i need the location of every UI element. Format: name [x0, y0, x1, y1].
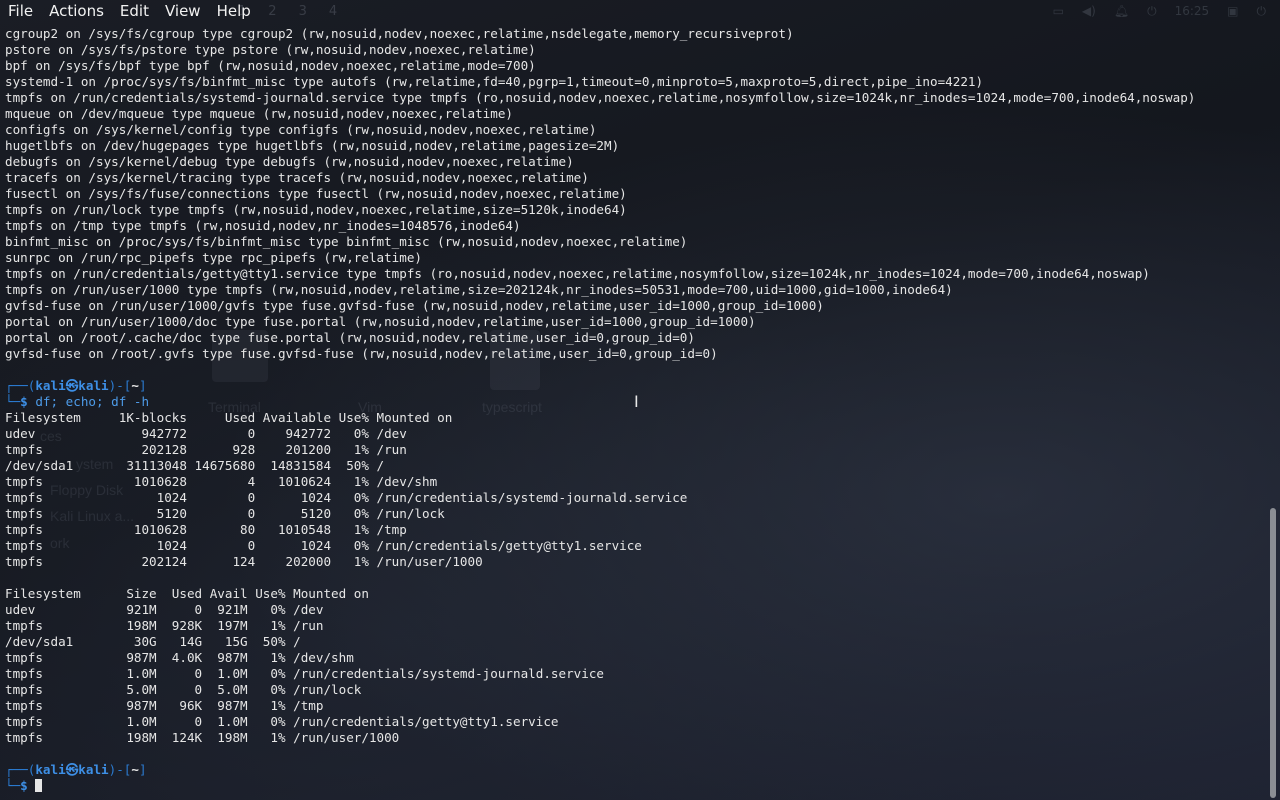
dfh-output-line: /dev/sda1 30G 14G 15G 50% /: [5, 634, 301, 649]
mount-output-line: gvfsd-fuse on /run/user/1000/gvfs type f…: [5, 298, 824, 313]
menu-help[interactable]: Help: [209, 0, 259, 22]
command-text: df; echo; df -h: [35, 394, 150, 409]
dfh-output-line: udev 921M 0 921M 0% /dev: [5, 602, 324, 617]
mount-output-line: portal on /run/user/1000/doc type fuse.p…: [5, 314, 756, 329]
mount-output-line: binfmt_misc on /proc/sys/fs/binfmt_misc …: [5, 234, 688, 249]
mount-output-line: tmpfs on /run/lock type tmpfs (rw,nosuid…: [5, 202, 627, 217]
mount-output-line: mqueue on /dev/mqueue type mqueue (rw,no…: [5, 106, 513, 121]
dfh-output-line: tmpfs 1.0M 0 1.0M 0% /run/credentials/ge…: [5, 714, 559, 729]
terminal-menubar: File Actions Edit View Help: [0, 0, 1280, 22]
df-output-line: tmpfs 1024 0 1024 0% /run/credentials/ge…: [5, 538, 642, 553]
mount-output-line: tracefs on /sys/kernel/tracing type trac…: [5, 170, 589, 185]
mount-output-line: hugetlbfs on /dev/hugepages type hugetlb…: [5, 138, 620, 153]
terminal-scrollbar[interactable]: [1270, 26, 1276, 798]
prompt-at: ㉿: [65, 378, 79, 393]
df-output-line: Filesystem 1K-blocks Used Available Use%…: [5, 410, 453, 425]
mount-output-line: tmpfs on /run/user/1000 type tmpfs (rw,n…: [5, 282, 953, 297]
menu-edit[interactable]: Edit: [112, 0, 157, 22]
dfh-output-line: tmpfs 198M 928K 197M 1% /run: [5, 618, 324, 633]
dfh-output-line: tmpfs 198M 124K 198M 1% /run/user/1000: [5, 730, 400, 745]
mount-output-line: configfs on /sys/kernel/config type conf…: [5, 122, 597, 137]
mount-output-line: portal on /root/.cache/doc type fuse.por…: [5, 330, 695, 345]
prompt-line: ┌──(kali㉿kali)-[~]: [5, 762, 147, 777]
mount-output-line: tmpfs on /run/credentials/systemd-journa…: [5, 90, 1196, 105]
df-output-line: udev 942772 0 942772 0% /dev: [5, 426, 407, 441]
command-line: └─$ df; echo; df -h: [5, 394, 150, 409]
df-output-block: Filesystem 1K-blocks Used Available Use%…: [0, 410, 1266, 570]
menu-file[interactable]: File: [0, 0, 41, 22]
prompt-user: kali: [35, 378, 66, 393]
prompt-user: kali: [35, 762, 66, 777]
prompt-host: kali: [78, 762, 109, 777]
mount-output-line: sunrpc on /run/rpc_pipefs type rpc_pipef…: [5, 250, 423, 265]
mount-output-line: debugfs on /sys/kernel/debug type debugf…: [5, 154, 574, 169]
dfh-output-line: tmpfs 1.0M 0 1.0M 0% /run/credentials/sy…: [5, 666, 604, 681]
terminal-output[interactable]: cgroup2 on /sys/fs/cgroup type cgroup2 (…: [0, 26, 1266, 800]
mount-output-line: bpf on /sys/fs/bpf type bpf (rw,nosuid,n…: [5, 58, 536, 73]
df-output-line: tmpfs 1024 0 1024 0% /run/credentials/sy…: [5, 490, 688, 505]
df-output-line: tmpfs 1010628 4 1010624 1% /dev/shm: [5, 474, 438, 489]
mount-output-line: tmpfs on /run/credentials/getty@tty1.ser…: [5, 266, 1150, 281]
prompt-at: ㉿: [65, 762, 79, 777]
prompt-dir: ~: [131, 378, 139, 393]
scrollbar-thumb[interactable]: [1270, 508, 1276, 798]
mount-output-line: gvfsd-fuse on /root/.gvfs type fuse.gvfs…: [5, 346, 718, 361]
mount-output-line: systemd-1 on /proc/sys/fs/binfmt_misc ty…: [5, 74, 984, 89]
menu-view[interactable]: View: [157, 0, 209, 22]
df-output-line: tmpfs 5120 0 5120 0% /run/lock: [5, 506, 445, 521]
mount-output-line: cgroup2 on /sys/fs/cgroup type cgroup2 (…: [5, 26, 794, 41]
mount-output-line: fusectl on /sys/fs/fuse/connections type…: [5, 186, 627, 201]
prompt-host: kali: [78, 378, 109, 393]
dfh-output-line: tmpfs 987M 4.0K 987M 1% /dev/shm: [5, 650, 354, 665]
prompt-line: ┌──(kali㉿kali)-[~]: [5, 378, 147, 393]
mount-output-block: cgroup2 on /sys/fs/cgroup type cgroup2 (…: [0, 26, 1266, 362]
df-output-line: tmpfs 202124 124 202000 1% /run/user/100…: [5, 554, 483, 569]
mount-output-line: pstore on /sys/fs/pstore type pstore (rw…: [5, 42, 536, 57]
df-output-line: tmpfs 1010628 80 1010548 1% /tmp: [5, 522, 407, 537]
dfh-output-line: tmpfs 987M 96K 987M 1% /tmp: [5, 698, 324, 713]
prompt-dir: ~: [131, 762, 139, 777]
mount-output-line: tmpfs on /tmp type tmpfs (rw,nosuid,node…: [5, 218, 521, 233]
df-output-line: /dev/sda1 31113048 14675680 14831584 50%…: [5, 458, 385, 473]
dfh-output-block: Filesystem Size Used Avail Use% Mounted …: [0, 586, 1266, 746]
df-output-line: tmpfs 202128 928 201200 1% /run: [5, 442, 407, 457]
dfh-output-line: tmpfs 5.0M 0 5.0M 0% /run/lock: [5, 682, 362, 697]
mouse-ibeam-cursor-icon: I: [634, 392, 639, 411]
menu-actions[interactable]: Actions: [41, 0, 112, 22]
text-cursor: [35, 779, 43, 792]
dfh-output-line: Filesystem Size Used Avail Use% Mounted …: [5, 586, 369, 601]
input-line[interactable]: └─$: [0, 778, 1266, 794]
